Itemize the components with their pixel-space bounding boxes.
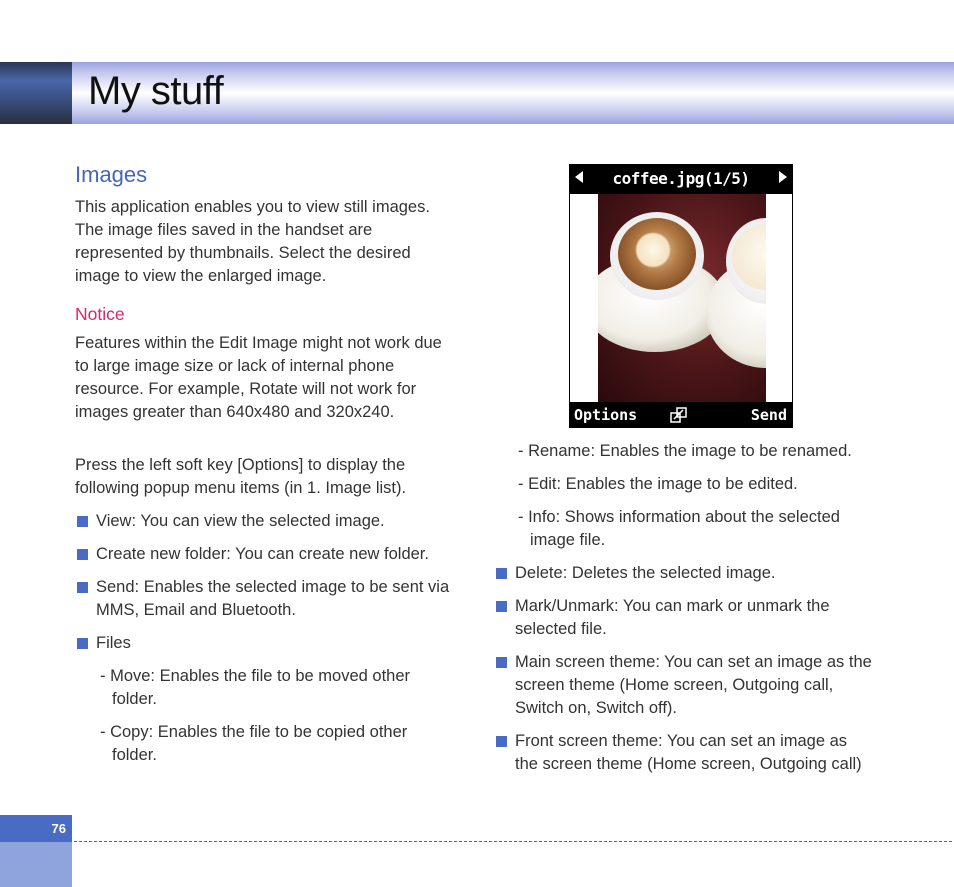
phone-screenshot: coffee.jpg(1/5) Options Send: [569, 164, 793, 428]
bullet-text: Send: Enables the selected image to be s…: [96, 578, 450, 619]
right-sublist: - Rename: Enables the image to be rename…: [494, 440, 874, 552]
header-side-block: [0, 62, 72, 124]
bullet-square-icon: [77, 516, 88, 527]
list-item: Files: [75, 632, 455, 655]
phone-image-title: coffee.jpg(1/5): [612, 169, 751, 188]
sub-item: - Move: Enables the file to be moved oth…: [100, 667, 411, 708]
bullet-square-icon: [496, 736, 507, 747]
bullet-square-icon: [496, 601, 507, 612]
sub-item: - Info: Shows information about the sele…: [518, 508, 840, 549]
files-sublist: - Move: Enables the file to be moved oth…: [75, 665, 455, 767]
bullet-text: Front screen theme: You can set an image…: [515, 732, 862, 773]
phone-softkey-bar: Options Send: [569, 402, 793, 428]
coffee-photo: [598, 194, 766, 402]
intro-paragraph: This application enables you to view sti…: [75, 198, 430, 285]
list-item: View: You can view the selected image.: [75, 510, 455, 533]
notice-paragraph: Features within the Edit Image might not…: [75, 334, 442, 421]
bullet-text: Files: [96, 634, 131, 652]
bullet-square-icon: [496, 657, 507, 668]
bullet-square-icon: [77, 582, 88, 593]
list-item: Main screen theme: You can set an image …: [494, 651, 874, 720]
page-title: My stuff: [88, 69, 224, 113]
list-item: Delete: Deletes the selected image.: [494, 562, 874, 585]
bullet-text: Main screen theme: You can set an image …: [515, 653, 872, 717]
sub-item: - Edit: Enables the image to be edited.: [518, 475, 798, 493]
latte-art: [632, 230, 674, 270]
send-softkey[interactable]: Send: [751, 405, 787, 425]
bullet-square-icon: [77, 638, 88, 649]
right-bullet-list: Delete: Deletes the selected image. Mark…: [494, 562, 874, 776]
list-item: Send: Enables the selected image to be s…: [75, 576, 455, 622]
bullet-text: Create new folder: You can create new fo…: [96, 545, 429, 563]
zoom-icon[interactable]: [670, 407, 688, 423]
bullet-square-icon: [77, 549, 88, 560]
bullet-text: View: You can view the selected image.: [96, 512, 385, 530]
sub-item: - Rename: Enables the image to be rename…: [518, 442, 852, 460]
bullet-square-icon: [496, 568, 507, 579]
footer-dashed-rule: [74, 841, 952, 842]
page-number: 76: [0, 815, 72, 842]
list-item: Create new folder: You can create new fo…: [75, 543, 455, 566]
image-viewport: [570, 194, 792, 402]
list-item: Mark/Unmark: You can mark or unmark the …: [494, 595, 874, 641]
notice-heading: Notice: [75, 304, 125, 324]
bullet-text: Delete: Deletes the selected image.: [515, 564, 776, 582]
options-paragraph: Press the left soft key [Options] to dis…: [75, 456, 407, 497]
left-bullet-list: View: You can view the selected image. C…: [75, 510, 455, 655]
phone-title-bar: coffee.jpg(1/5): [569, 164, 793, 194]
bullet-text: Mark/Unmark: You can mark or unmark the …: [515, 597, 830, 638]
list-item: Front screen theme: You can set an image…: [494, 730, 874, 776]
right-column: - Rename: Enables the image to be rename…: [494, 440, 874, 786]
options-softkey[interactable]: Options: [574, 405, 637, 425]
sub-item: - Copy: Enables the file to be copied ot…: [100, 723, 408, 764]
left-column: Images This application enables you to v…: [75, 160, 455, 777]
arrow-right-icon[interactable]: [779, 171, 787, 183]
section-heading-images: Images: [75, 162, 148, 187]
